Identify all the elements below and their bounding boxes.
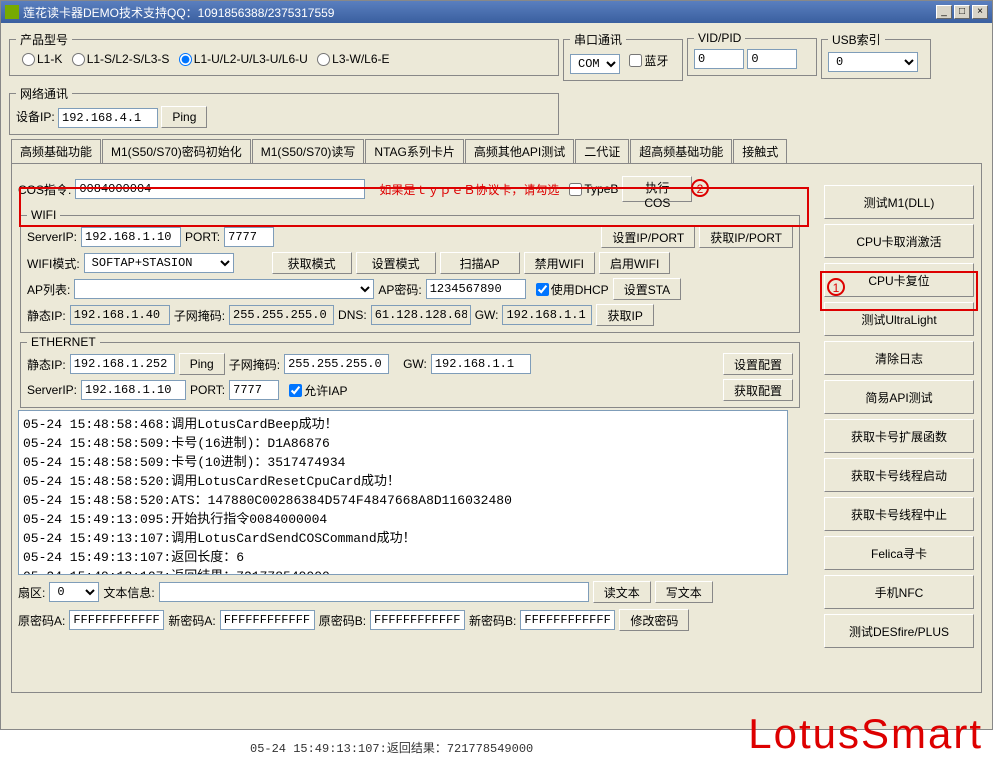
pwd-a-input[interactable]: [69, 610, 164, 630]
wifi-gw: [502, 305, 592, 325]
eth-port[interactable]: [229, 380, 279, 400]
get-ip-button[interactable]: 获取IP: [596, 304, 653, 326]
iap-check[interactable]: 允许IAP: [283, 382, 347, 399]
ping-button[interactable]: Ping: [161, 106, 207, 128]
wifi-port[interactable]: [224, 227, 274, 247]
tab-2[interactable]: M1(S50/S70)读写: [252, 139, 365, 163]
radio-l3w[interactable]: L3-W/L6-E: [311, 52, 389, 66]
ap-pwd-input[interactable]: [426, 279, 526, 299]
watermark: LotusSmart: [748, 710, 983, 758]
annotation-circle-1: 1: [827, 278, 845, 296]
get-mode-button[interactable]: 获取模式: [272, 252, 352, 274]
modify-pwd-button[interactable]: 修改密码: [619, 609, 689, 631]
cos-hint: 如果是ｔｙｐｅＢ协议卡，请勾选: [379, 181, 559, 198]
dhcp-check[interactable]: 使用DHCP: [530, 281, 609, 298]
text-info-input[interactable]: [159, 582, 589, 602]
get-card-ext-button[interactable]: 获取卡号扩展函数: [824, 419, 974, 453]
get-cfg-button[interactable]: 获取配置: [723, 379, 793, 401]
disable-wifi-button[interactable]: 禁用WIFI: [524, 252, 595, 274]
new-pwd-a-input[interactable]: [220, 610, 315, 630]
tab-6[interactable]: 超高频基础功能: [630, 139, 732, 163]
product-group: 产品型号 L1-K L1-S/L2-S/L3-S L1-U/L2-U/L3-U/…: [9, 31, 559, 76]
cpu-deactivate-button[interactable]: CPU卡取消激活: [824, 224, 974, 258]
eth-gw[interactable]: [431, 354, 531, 374]
bt-check[interactable]: 蓝牙: [623, 52, 668, 69]
radio-l1k[interactable]: L1-K: [16, 52, 62, 66]
network-group: 网络通讯 设备IP: Ping: [9, 85, 559, 135]
thread-stop-button[interactable]: 获取卡号线程中止: [824, 497, 974, 531]
sector-select[interactable]: 0: [49, 582, 99, 602]
right-button-panel: 测试M1(DLL) CPU卡取消激活 CPU卡复位 测试UltraLight 清…: [824, 185, 982, 653]
set-mode-button[interactable]: 设置模式: [356, 252, 436, 274]
tab-0[interactable]: 高频基础功能: [11, 139, 101, 163]
eth-serverip[interactable]: [81, 380, 186, 400]
tab-1[interactable]: M1(S50/S70)密码初始化: [102, 139, 251, 163]
tab-7[interactable]: 接触式: [733, 139, 787, 163]
clear-log-button[interactable]: 清除日志: [824, 341, 974, 375]
nfc-button[interactable]: 手机NFC: [824, 575, 974, 609]
set-ipport-button[interactable]: 设置IP/PORT: [601, 226, 695, 248]
cos-input[interactable]: [75, 179, 365, 199]
set-cfg-button[interactable]: 设置配置: [723, 353, 793, 375]
new-pwd-b-input[interactable]: [520, 610, 615, 630]
typeb-check[interactable]: TypeB: [563, 182, 618, 196]
wifi-mode-select[interactable]: SOFTAP+STASION: [84, 253, 234, 273]
desfire-button[interactable]: 测试DESfire/PLUS: [824, 614, 974, 648]
titlebar: 莲花读卡器DEMO技术支持QQ：1091856388/2375317559 _ …: [1, 1, 992, 23]
tab-5[interactable]: 二代证: [575, 139, 629, 163]
pid-input[interactable]: [747, 49, 797, 69]
usb-select[interactable]: 0: [828, 52, 918, 72]
get-ipport-button[interactable]: 获取IP/PORT: [699, 226, 793, 248]
window-title: 莲花读卡器DEMO技术支持QQ：1091856388/2375317559: [23, 4, 334, 21]
ethernet-group: ETHERNET 静态IP: Ping 子网掩码: GW: 设置配置 Serve…: [20, 335, 800, 408]
tab-3[interactable]: NTAG系列卡片: [365, 139, 463, 163]
com-select[interactable]: COM1: [570, 54, 620, 74]
cpu-reset-button[interactable]: CPU卡复位: [824, 263, 974, 297]
app-icon: [5, 5, 19, 19]
wifi-static-ip: [70, 305, 170, 325]
status-bar: 05-24 15:49:13:107:返回结果：721778549000: [250, 739, 533, 756]
pwd-b-input[interactable]: [370, 610, 465, 630]
ap-list-select[interactable]: [74, 279, 374, 299]
radio-l1s[interactable]: L1-S/L2-S/L3-S: [66, 52, 170, 66]
felica-button[interactable]: Felica寻卡: [824, 536, 974, 570]
minimize-button[interactable]: _: [936, 5, 952, 19]
eth-static-ip[interactable]: [70, 354, 175, 374]
wifi-dns: [371, 305, 471, 325]
eth-mask[interactable]: [284, 354, 389, 374]
radio-l1u[interactable]: L1-U/L2-U/L3-U/L6-U: [173, 52, 308, 66]
thread-start-button[interactable]: 获取卡号线程启动: [824, 458, 974, 492]
vidpid-group: VID/PID: [687, 31, 817, 76]
wifi-group: WIFI ServerIP: PORT: 设置IP/PORT 获取IP/PORT…: [20, 208, 800, 333]
tab-4[interactable]: 高频其他API测试: [465, 139, 574, 163]
device-ip-input[interactable]: [58, 108, 158, 128]
log-area[interactable]: 05-24 15:48:58:468:调用LotusCardBeep成功！ 05…: [18, 410, 788, 575]
vid-input[interactable]: [694, 49, 744, 69]
test-m1-button[interactable]: 测试M1(DLL): [824, 185, 974, 219]
serial-group: 串口通讯 COM1 蓝牙: [563, 31, 683, 81]
test-ultralight-button[interactable]: 测试UltraLight: [824, 302, 974, 336]
enable-wifi-button[interactable]: 启用WIFI: [599, 252, 670, 274]
simple-api-button[interactable]: 简易API测试: [824, 380, 974, 414]
annotation-circle-2: 2: [691, 179, 709, 197]
tab-bar: 高频基础功能 M1(S50/S70)密码初始化 M1(S50/S70)读写 NT…: [11, 139, 986, 163]
close-button[interactable]: ×: [972, 5, 988, 19]
maximize-button[interactable]: □: [954, 5, 970, 19]
exec-cos-button[interactable]: 执行COS: [622, 176, 692, 202]
wifi-mask: [229, 305, 334, 325]
wifi-serverip[interactable]: [81, 227, 181, 247]
write-text-button[interactable]: 写文本: [655, 581, 713, 603]
scan-ap-button[interactable]: 扫描AP: [440, 252, 520, 274]
set-sta-button[interactable]: 设置STA: [613, 278, 681, 300]
eth-ping-button[interactable]: Ping: [179, 353, 225, 375]
usb-group: USB索引 0: [821, 31, 931, 79]
read-text-button[interactable]: 读文本: [593, 581, 651, 603]
